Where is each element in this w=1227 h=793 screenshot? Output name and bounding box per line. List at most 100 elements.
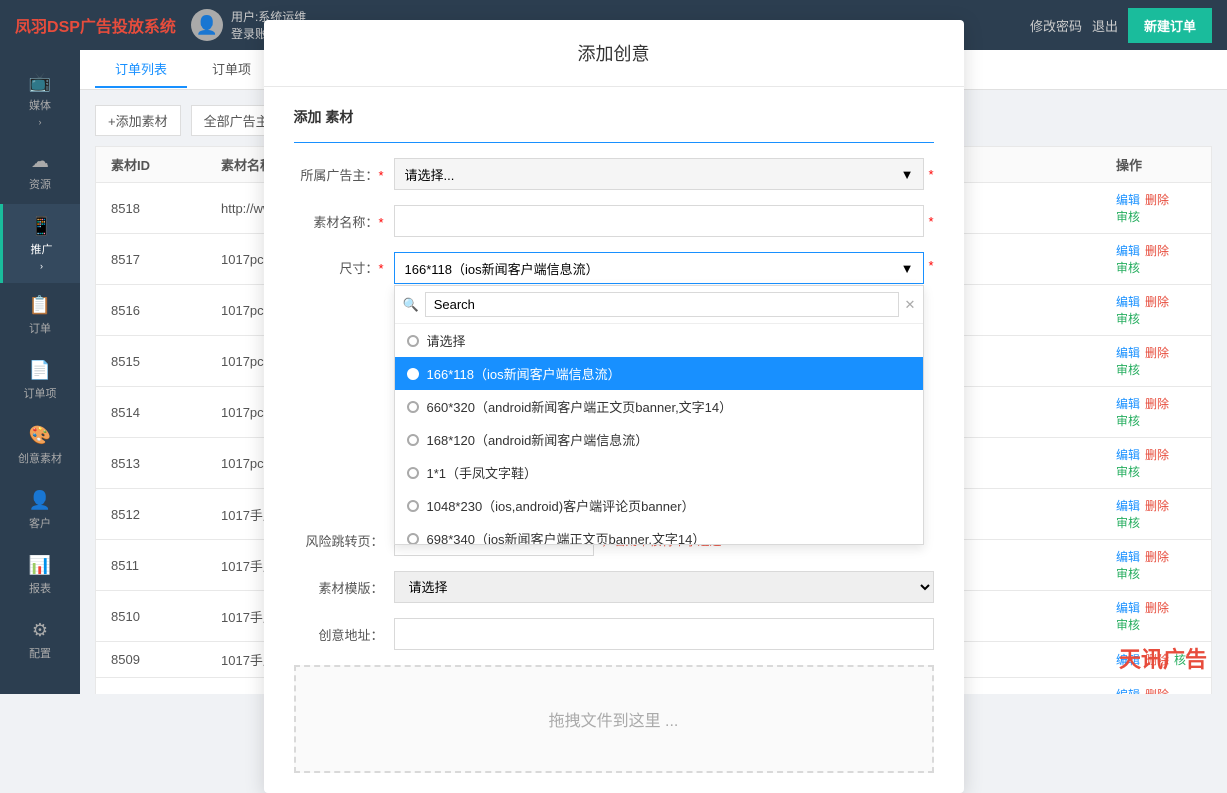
review-btn-8518[interactable]: 审核: [1116, 208, 1140, 225]
expand-arrow: ›: [39, 117, 42, 127]
sidebar-item-promote-label: 推广: [31, 241, 53, 257]
tab-order-list[interactable]: 订单列表: [95, 51, 187, 88]
delete-btn-8512[interactable]: 删除: [1145, 497, 1169, 514]
edit-btn-8515[interactable]: 编辑: [1116, 344, 1140, 361]
order-items-icon: 📄: [29, 360, 51, 381]
tab-order-detail[interactable]: 订单项: [192, 51, 271, 88]
review-btn-8517[interactable]: 审核: [1116, 259, 1140, 276]
edit-btn-8512[interactable]: 编辑: [1116, 497, 1140, 514]
modal-body: 添加 素材 所属广告主：* 请选择... ▼ * 素材名称：* *: [264, 87, 964, 793]
edit-btn-8517[interactable]: 编辑: [1116, 242, 1140, 259]
new-order-button[interactable]: 新建订单: [1128, 8, 1212, 43]
add-material-button[interactable]: +添加素材: [95, 105, 181, 136]
upload-placeholder: 拖拽文件到这里 ...: [549, 713, 679, 730]
size-dropdown-container: 166*118（ios新闻客户端信息流） ▼ 🔍 ✕: [394, 252, 925, 284]
radio-1048: [407, 500, 419, 512]
dropdown-list: 请选择 166*118（ios新闻客户端信息流） 660*320（android…: [395, 324, 924, 544]
sidebar-item-order-items-label: 订单项: [24, 385, 57, 401]
size-selected-text: 166*118（ios新闻客户端信息流）: [405, 259, 599, 278]
review-btn-8516[interactable]: 审核: [1116, 310, 1140, 327]
dropdown-search-input[interactable]: [425, 292, 899, 317]
upload-area[interactable]: 拖拽文件到这里 ...: [294, 665, 934, 773]
dropdown-option-660[interactable]: 660*320（android新闻客户端正文页banner,文字14）: [395, 390, 924, 423]
delete-btn-8513[interactable]: 删除: [1145, 446, 1169, 463]
clear-search-icon[interactable]: ✕: [905, 297, 916, 313]
radio-1x1: [407, 467, 419, 479]
logo-suffix: 广告投放系统: [80, 19, 176, 36]
sidebar-item-settings[interactable]: ⚙ 配置: [0, 608, 80, 673]
sidebar-item-orders-label: 订单: [29, 320, 51, 336]
orders-icon: 📋: [29, 295, 51, 316]
settings-icon: ⚙: [32, 620, 48, 641]
size-label: 尺寸：*: [294, 258, 384, 277]
edit-btn-8509[interactable]: 编辑: [1116, 651, 1140, 668]
logout-button[interactable]: 退出: [1092, 16, 1118, 35]
delete-btn-8510[interactable]: 删除: [1145, 599, 1169, 616]
avatar: 👤: [191, 9, 223, 41]
sidebar-item-media[interactable]: 📺 媒体 ›: [0, 60, 80, 139]
delete-btn-8515[interactable]: 删除: [1145, 344, 1169, 361]
creatives-icon: 🎨: [29, 425, 51, 446]
customers-icon: 👤: [29, 490, 51, 511]
advertiser-select[interactable]: 请选择... ▼: [394, 158, 925, 190]
sidebar-item-resources-label: 资源: [29, 176, 51, 192]
reports-icon: 📊: [29, 555, 51, 576]
logo-dsp: DSP: [47, 19, 80, 36]
modify-pwd-button[interactable]: 修改密码: [1030, 16, 1082, 35]
review-btn-8514[interactable]: 审核: [1116, 412, 1140, 429]
radio-empty: [407, 335, 419, 347]
review-btn-8515[interactable]: 审核: [1116, 361, 1140, 378]
dropdown-option-empty[interactable]: 请选择: [395, 324, 924, 357]
edit-btn-8514[interactable]: 编辑: [1116, 395, 1140, 412]
chevron-down-icon-2: ▼: [901, 261, 914, 276]
delete-btn-8509[interactable]: 删除: [1145, 651, 1169, 668]
size-select[interactable]: 166*118（ios新闻客户端信息流） ▼: [394, 252, 925, 284]
sidebar-item-promote[interactable]: 📱 推广 ›: [0, 204, 80, 283]
sidebar-item-creatives[interactable]: 🎨 创意素材: [0, 413, 80, 478]
dropdown-option-1x1[interactable]: 1*1（手凤文字鞋）: [395, 456, 924, 489]
edit-btn-8518[interactable]: 编辑: [1116, 191, 1140, 208]
search-icon: 🔍: [403, 297, 419, 313]
sidebar-item-order-items[interactable]: 📄 订单项: [0, 348, 80, 413]
delete-btn-8508[interactable]: 删除: [1145, 686, 1169, 694]
sidebar-item-resources[interactable]: ☁ 资源: [0, 139, 80, 204]
material-template-select[interactable]: 请选择: [394, 571, 934, 603]
review-btn-8512[interactable]: 审核: [1116, 514, 1140, 531]
creative-url-input[interactable]: [394, 618, 934, 650]
delete-btn-8511[interactable]: 删除: [1145, 548, 1169, 565]
review-btn-8511[interactable]: 审核: [1116, 565, 1140, 582]
edit-btn-8511[interactable]: 编辑: [1116, 548, 1140, 565]
review-btn-8509[interactable]: 核: [1174, 651, 1186, 668]
media-icon: 📺: [29, 72, 51, 93]
radio-698: [407, 533, 419, 545]
chevron-down-icon: ▼: [901, 167, 914, 182]
delete-btn-8514[interactable]: 删除: [1145, 395, 1169, 412]
delete-btn-8517[interactable]: 删除: [1145, 242, 1169, 259]
material-name-row: 素材名称：* *: [294, 205, 934, 237]
edit-btn-8516[interactable]: 编辑: [1116, 293, 1140, 310]
delete-btn-8518[interactable]: 删除: [1145, 191, 1169, 208]
dropdown-option-1048[interactable]: 1048*230（ios,android)客户端评论页banner）: [395, 489, 924, 522]
dropdown-search-bar: 🔍 ✕: [395, 286, 924, 324]
material-template-row: 素材模版： 请选择: [294, 571, 934, 603]
promote-icon: 📱: [30, 216, 52, 237]
dropdown-option-168[interactable]: 168*120（android新闻客户端信息流）: [395, 423, 924, 456]
dropdown-option-698[interactable]: 698*340（ios新闻客户端正文页banner,文字14）: [395, 522, 924, 544]
dropdown-option-166[interactable]: 166*118（ios新闻客户端信息流）: [395, 357, 924, 390]
edit-btn-8510[interactable]: 编辑: [1116, 599, 1140, 616]
delete-btn-8516[interactable]: 删除: [1145, 293, 1169, 310]
sidebar-item-reports[interactable]: 📊 报表: [0, 543, 80, 608]
sidebar-item-orders[interactable]: 📋 订单: [0, 283, 80, 348]
review-btn-8513[interactable]: 审核: [1116, 463, 1140, 480]
creative-url-label: 创意地址：: [294, 625, 384, 644]
edit-btn-8513[interactable]: 编辑: [1116, 446, 1140, 463]
size-dropdown-panel: 🔍 ✕ 请选择 166*118（ios新闻客户端信息流）: [394, 285, 925, 545]
edit-btn-8508[interactable]: 编辑: [1116, 686, 1140, 694]
radio-166: [407, 368, 419, 380]
sidebar-item-customers[interactable]: 👤 客户: [0, 478, 80, 543]
material-name-input[interactable]: [394, 205, 925, 237]
advertiser-row: 所属广告主：* 请选择... ▼ *: [294, 158, 934, 190]
advertiser-label: 所属广告主：*: [294, 165, 384, 184]
review-btn-8510[interactable]: 审核: [1116, 616, 1140, 633]
modal-title: 添加创意: [578, 44, 650, 64]
